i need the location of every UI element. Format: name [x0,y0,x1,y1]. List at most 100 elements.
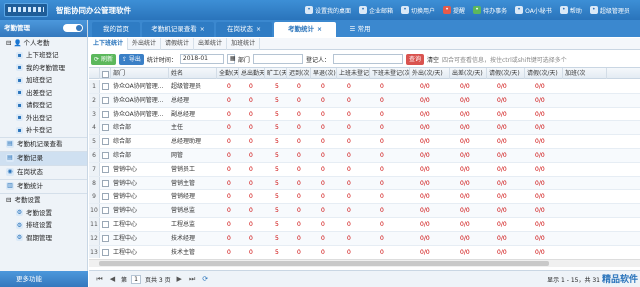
sidebar-item-personal[interactable]: ▪ 加班登记 [0,74,87,87]
column-header[interactable]: 出差(次/天) [450,68,487,79]
subtab[interactable]: 外出统计 [128,38,162,50]
sidebar-item-personal[interactable]: ▪ 请假登记 [0,99,87,112]
table-row[interactable]: 9 营销中心 营销经理 0 0 5 0 0 0 0 0/0 0/0 0/0 0/0 [89,190,640,205]
sidebar-item-stats[interactable]: ▥ 考勤统计 [0,178,87,193]
close-icon[interactable]: × [317,26,322,33]
sidebar-group-personal[interactable]: ⊟ 👤 个人考勤 [0,37,87,49]
select-all-checkbox[interactable] [102,71,109,78]
refresh-button[interactable]: ⟳ 刷新 [91,53,116,65]
last-page-icon[interactable]: ⏭ [188,275,197,284]
column-header[interactable]: 全勤(天) [217,68,239,79]
cell-value: 0/0 [420,193,430,201]
table-row[interactable]: 8 营销中心 营销主管 0 0 5 0 0 0 0 0/0 0/0 0/0 0/0 [89,176,640,191]
row-checkbox[interactable] [102,83,109,90]
sidebar-item-personal[interactable]: ▪ 出差登记 [0,87,87,100]
row-checkbox[interactable] [102,248,109,256]
column-header[interactable]: 上班未登记(次) [337,68,370,79]
close-icon[interactable]: × [200,26,205,33]
top-nav-item[interactable]: • 设置我的桌面 [305,6,351,15]
sidebar-item-setting[interactable]: ⚙ 假期管理 [0,232,87,245]
row-checkbox[interactable] [102,124,109,132]
close-icon[interactable]: × [256,26,261,33]
page-input[interactable]: 1 [131,274,142,284]
query-button[interactable]: 查询 [405,53,424,65]
table-row[interactable]: 10 营销中心 营销总监 0 0 5 0 0 0 0 0/0 0/0 0/0 0/0 [89,204,640,218]
table-row[interactable]: 12 工程中心 技术经理 0 0 5 0 0 0 0 0/0 0/0 0/0 0/0 [89,231,640,246]
column-header[interactable]: 下班未登记(次) [370,68,410,79]
table-row[interactable]: 6 综合部 网管 0 0 5 0 0 0 0 0/0 0/0 0/0 0/0 [89,148,640,163]
column-header[interactable]: 姓名 [169,68,217,79]
top-nav-item[interactable]: • 提醒 [443,6,465,15]
top-nav-item[interactable]: • 帮助 [559,6,582,15]
column-header[interactable]: 部门 [111,68,169,79]
row-number: 4 [89,121,100,135]
column-header[interactable]: 请假(次/天) [487,68,525,79]
column-header[interactable]: 总出勤天数 [239,68,265,79]
sidebar-item-attendance-records[interactable]: ▤ 考勤记录 [0,150,87,165]
table-row[interactable]: 5 综合部 总经理助理 0 0 5 0 0 0 0 0/0 0/0 0/0 0/0 [89,135,640,149]
row-checkbox[interactable] [102,151,109,159]
tab-attendance-stats[interactable]: 考勤统计 × [274,22,336,37]
sidebar-item-setting[interactable]: ⚙ 考勤设置 [0,207,87,220]
column-header[interactable]: 早退(次) [311,68,337,79]
cell-value: 0/0 [420,96,430,104]
top-nav-item[interactable]: • 切换用户 [401,6,435,15]
sidebar-item-machine-records[interactable]: ▤ 考勤机记录查看 [0,136,87,151]
tab-home[interactable]: 我的首页 [92,22,140,37]
prev-page-icon[interactable]: ◀ [108,275,117,284]
table-row[interactable]: 4 综合部 主任 0 0 5 0 0 0 0 0/0 0/0 0/0 0/0 [89,121,640,136]
table-header: 部门姓名全勤(天)总出勤天数旷工(天)迟到(次)早退(次)上班未登记(次)下班未… [89,67,640,79]
more-functions-button[interactable]: 更多功能 [0,271,88,287]
row-checkbox[interactable] [102,165,109,173]
column-header[interactable]: 加班(次 [563,68,607,79]
horizontal-scrollbar[interactable] [89,259,640,267]
tab-attendance-machine-records[interactable]: 考勤机记录查看 × [142,22,214,37]
sidebar-item-personal[interactable]: ▪ 上下班登记 [0,49,87,62]
clear-button[interactable]: 清空 [427,55,439,64]
table-row[interactable]: 7 营销中心 营销员工 0 0 5 0 0 0 0 0/0 0/0 0/0 0/0 [89,162,640,177]
tab-common[interactable]: ☰ 常用 [340,22,380,37]
top-nav-item[interactable]: • OA小秘书 [515,6,552,15]
subtab[interactable]: 出差统计 [194,38,228,50]
scrollbar-thumb[interactable] [99,261,549,266]
reload-icon[interactable]: ⟳ [201,275,210,284]
sidebar-item-personal[interactable]: ▪ 我的考勤管理 [0,62,87,75]
column-header[interactable]: 旷工(天) [265,68,287,79]
first-page-icon[interactable]: ⏮ [95,275,104,284]
row-checkbox[interactable] [102,110,109,118]
export-button[interactable]: ⇪ 导出 [118,53,144,65]
top-nav-item[interactable]: • 超级管理员 [589,6,630,15]
row-checkbox[interactable] [102,207,109,215]
sidebar-item-personal[interactable]: ▪ 补卡登记 [0,124,87,137]
sidebar-item-setting[interactable]: ⚙ 排班设置 [0,219,87,232]
table-row[interactable]: 2 协众OA协同管理... 总经理 0 0 5 0 0 0 0 0/0 0/0 0/0 0/0 [89,93,640,108]
dept-input[interactable] [252,54,303,64]
sidebar-toggle[interactable] [63,24,83,32]
column-header[interactable]: 外出(次/天) [410,68,450,79]
row-checkbox[interactable] [102,179,109,187]
table-row[interactable]: 11 工程中心 工程总监 0 0 5 0 0 0 0 0/0 0/0 0/0 0/0 [89,217,640,232]
dept-picker-button[interactable]: ▦ [226,54,236,64]
column-header[interactable]: 请假(次/天) [525,68,563,79]
next-page-icon[interactable]: ▶ [175,275,184,284]
sidebar-item-on-duty[interactable]: ◉ 在岗状态 [0,164,87,179]
sidebar-item-personal[interactable]: ▪ 外出登记 [0,112,87,125]
subtab[interactable]: 上下班统计 [89,38,129,50]
table-row[interactable]: 1 协众OA协同管理... 超级管理员 0 0 5 0 0 0 0 0/0 0/0 0/0 0/0 [89,80,640,94]
registrant-input[interactable] [332,54,403,64]
tab-on-duty-status[interactable]: 在岗状态 × [216,22,272,37]
subtab[interactable]: 请假统计 [161,38,195,50]
row-checkbox[interactable] [102,193,109,201]
sidebar-item-settings[interactable]: ⊟ 考勤设置 [0,192,87,207]
table-row[interactable]: 3 协众OA协同管理... 副总经理 0 0 5 0 0 0 0 0/0 0/0 0/0 0/0 [89,107,640,122]
row-checkbox[interactable] [102,220,109,228]
subtab[interactable]: 加班统计 [227,38,261,50]
top-nav-item[interactable]: • 待办事务 [473,6,507,15]
top-nav-item[interactable]: • 企业邮箱 [359,6,393,15]
row-checkbox[interactable] [102,96,109,104]
column-header[interactable]: 迟到(次) [287,68,311,79]
row-checkbox[interactable] [102,138,109,146]
row-checkbox[interactable] [102,234,109,242]
time-input[interactable]: 2018-01 [179,54,224,64]
table-row[interactable]: 13 工程中心 技术主管 0 0 5 0 0 0 0 0/0 0/0 0/0 0/0 [89,245,640,258]
